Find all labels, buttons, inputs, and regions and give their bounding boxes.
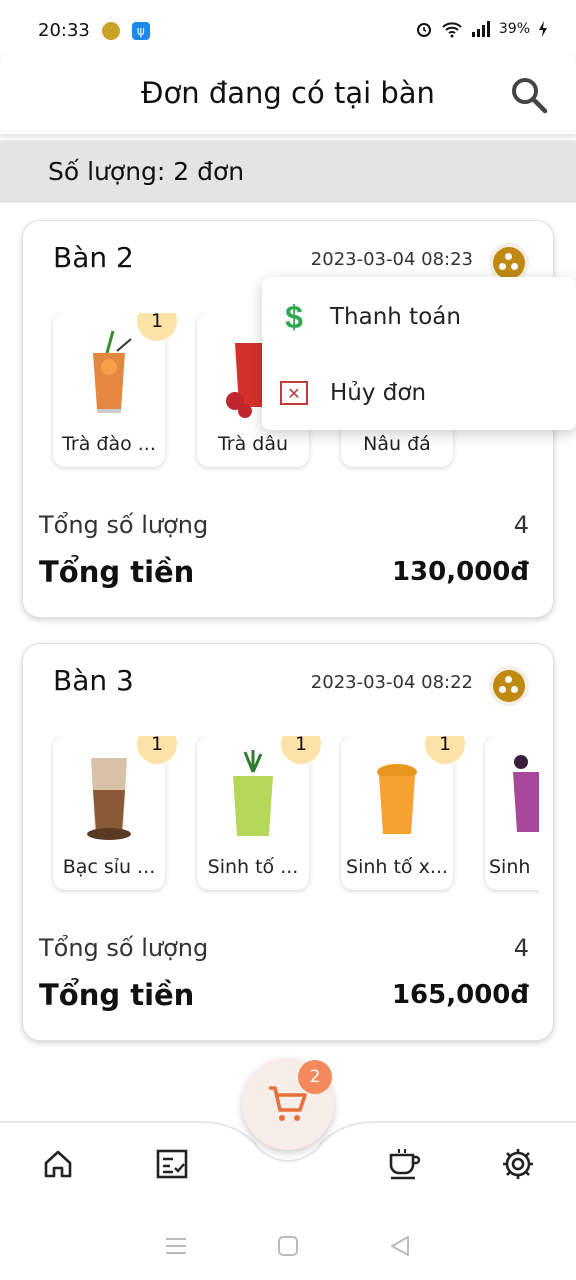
item-qty-badge: 1 — [135, 736, 179, 766]
order-item[interactable]: Trà đào ... 1 — [53, 313, 179, 467]
item-name: Trà dâu — [217, 433, 289, 455]
menu-item-pay-label: Thanh toán — [330, 304, 461, 330]
total-price-row: Tổng tiền 165,000đ — [39, 978, 529, 1012]
table-name: Bàn 3 — [53, 664, 134, 697]
cart-count-badge: 2 — [298, 1060, 332, 1094]
more-options-icon — [493, 670, 525, 702]
total-quantity-label: Tổng số lượng — [39, 934, 209, 962]
cup-icon — [389, 1149, 421, 1180]
alarm-icon — [416, 23, 431, 37]
back-icon[interactable] — [389, 1235, 411, 1257]
total-price-row: Tổng tiền 130,000đ — [39, 555, 529, 589]
status-time: 20:33 — [38, 20, 90, 41]
item-name: Sinh tố x... — [346, 856, 448, 878]
usb-icon: ψ — [131, 21, 150, 40]
menu-item-pay[interactable]: $ Thanh toán — [262, 279, 576, 355]
total-price-label: Tổng tiền — [39, 978, 195, 1012]
search-icon[interactable] — [510, 76, 548, 114]
total-quantity-row: Tổng số lượng 4 — [39, 511, 529, 539]
order-item[interactable]: Sinh tố ... 1 — [197, 736, 323, 890]
total-price-label: Tổng tiền — [39, 555, 195, 589]
recent-apps-icon[interactable] — [165, 1236, 187, 1256]
order-item[interactable]: Sinh tố x... 1 — [341, 736, 467, 890]
menu-item-cancel-label: Hủy đơn — [330, 380, 427, 406]
order-menu-button[interactable] — [489, 666, 529, 706]
berry-smoothie-drink-icon — [513, 755, 539, 832]
order-options-menu: $ Thanh toán ✕ Hủy đơn — [262, 277, 576, 430]
green-smoothie-drink-icon — [233, 750, 273, 836]
peach-tea-drink-icon — [93, 330, 132, 413]
dollar-icon: $ — [285, 298, 303, 335]
order-card[interactable]: Bàn 3 2023-03-04 08:22 Bạc sỉu ... 1 Sin… — [22, 643, 554, 1041]
order-item[interactable]: Sinh — [485, 736, 539, 890]
item-qty-badge: 1 — [423, 736, 467, 766]
gear-icon — [503, 1149, 533, 1179]
home-button-icon[interactable] — [277, 1235, 299, 1257]
signal-icon — [471, 21, 490, 37]
item-name: Sinh tố ... — [207, 856, 299, 878]
milk-coffee-drink-icon — [87, 758, 131, 840]
item-name: Nâu đá — [363, 433, 431, 455]
order-count: Số lượng: 2 đơn — [48, 157, 245, 186]
order-count-bar: Số lượng: 2 đơn — [0, 140, 576, 203]
order-time: 2023-03-04 08:23 — [310, 249, 473, 270]
total-quantity-value: 4 — [513, 511, 529, 539]
order-time: 2023-03-04 08:22 — [310, 672, 473, 693]
order-item[interactable]: Bạc sỉu ... 1 — [53, 736, 179, 890]
cancel-icon: ✕ — [280, 381, 308, 405]
order-items-list[interactable]: Bạc sỉu ... 1 Sinh tố ... 1 Sinh tố x...… — [23, 736, 539, 906]
total-quantity-value: 4 — [513, 934, 529, 962]
total-price-value: 165,000đ — [391, 980, 529, 1010]
nav-orders[interactable] — [152, 1144, 192, 1184]
item-name: Bạc sỉu ... — [62, 856, 156, 878]
total-quantity-label: Tổng số lượng — [39, 511, 209, 539]
home-icon — [44, 1150, 72, 1178]
app-header: Đơn đang có tại bàn — [0, 52, 576, 134]
total-quantity-row: Tổng số lượng 4 — [39, 934, 529, 962]
table-name: Bàn 2 — [53, 241, 134, 274]
item-name: Sinh — [489, 856, 531, 878]
system-navigation — [0, 1212, 576, 1280]
notification-app-icon — [101, 21, 120, 40]
item-name: Trà đào ... — [62, 433, 156, 455]
battery-charging-icon — [539, 21, 547, 37]
mango-smoothie-drink-icon — [377, 764, 417, 834]
wifi-icon — [442, 22, 462, 38]
nav-drinks[interactable] — [384, 1144, 424, 1184]
battery-level: 39% — [498, 21, 530, 37]
nav-settings[interactable] — [498, 1144, 538, 1184]
item-qty-badge: 1 — [279, 736, 323, 766]
total-price-value: 130,000đ — [391, 557, 529, 587]
menu-item-cancel[interactable]: ✕ Hủy đơn — [262, 355, 576, 431]
nav-home[interactable] — [38, 1144, 78, 1184]
page-title: Đơn đang có tại bàn — [141, 76, 435, 110]
item-qty-badge: 1 — [135, 313, 179, 343]
order-list-icon — [156, 1149, 188, 1179]
more-options-icon — [493, 247, 525, 279]
